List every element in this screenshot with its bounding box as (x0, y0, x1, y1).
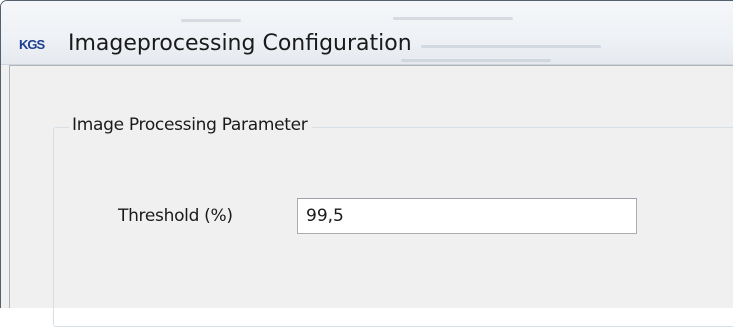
titlebar-ghost-decoration (393, 17, 513, 20)
title-bar[interactable]: KGS Imageprocessing Configuration (1, 1, 733, 65)
window-title: Imageprocessing Configuration (68, 31, 412, 56)
titlebar-ghost-decoration (181, 19, 241, 22)
threshold-label: Threshold (%) (118, 206, 233, 226)
groupbox-title: Image Processing Parameter (69, 115, 313, 135)
titlebar-ghost-decoration (421, 45, 601, 48)
titlebar-ghost-decoration (401, 59, 551, 62)
app-logo-icon[interactable]: KGS (19, 37, 45, 52)
threshold-input[interactable] (297, 198, 637, 234)
